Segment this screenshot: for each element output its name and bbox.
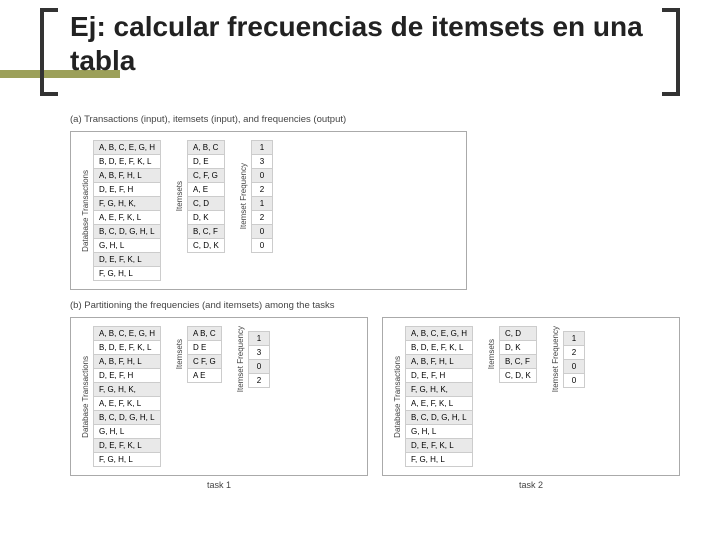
table-cell: 0 [563,373,584,387]
table-cell: D, E, F, K, L [406,439,473,453]
table-cell: D, E, F, K, L [94,253,161,267]
label-freq: Itemset Frequency [236,326,245,392]
table-cell: B, D, E, F, K, L [94,341,161,355]
label-itemsets: Itemsets [175,339,184,369]
left-bracket-icon [40,8,58,96]
transactions-table: A, B, C, E, G, HB, D, E, F, K, LA, B, F,… [93,326,161,467]
panel-a: (a) Transactions (input), itemsets (inpu… [70,114,680,290]
table-cell: 1 [251,197,272,211]
table-cell: C, D [188,197,225,211]
table-cell: F, G, H, K, [94,197,161,211]
table-cell: 3 [248,345,269,359]
table-cell: 2 [251,183,272,197]
itemsets-table: C, DD, KB, C, FC, D, K [499,326,537,383]
table-cell: B, C, D, G, H, L [94,225,161,239]
table-cell: B, C, D, G, H, L [406,411,473,425]
task-2: Database Transactions A, B, C, E, G, HB,… [382,317,680,490]
panel-b: (b) Partitioning the frequencies (and it… [70,300,680,490]
page-title: Ej: calcular frecuencias de itemsets en … [60,10,680,77]
table-cell: F, G, H, K, [94,383,161,397]
table-cell: 0 [563,359,584,373]
task-1-label: task 1 [70,480,368,490]
table-cell: A, B, F, H, L [94,355,161,369]
transactions-table: A, B, C, E, G, HB, D, E, F, K, LA, B, F,… [405,326,473,467]
table-cell: A, B, C, E, G, H [406,327,473,341]
table-cell: 0 [251,169,272,183]
table-cell: A, B, F, H, L [406,355,473,369]
itemsets-table: A, B, CD, EC, F, GA, EC, DD, KB, C, FC, … [187,140,225,253]
table-cell: C, D, K [188,239,225,253]
table-cell: 3 [251,155,272,169]
table-cell: G, H, L [94,425,161,439]
freq-table: 1302 [248,331,270,388]
table-cell: 0 [251,225,272,239]
freq-table: 1200 [563,331,585,388]
table-cell: G, H, L [94,239,161,253]
table-cell: F, G, H, L [94,453,161,467]
caption-b: (b) Partitioning the frequencies (and it… [70,300,680,311]
table-cell: D, E, F, K, L [94,439,161,453]
table-cell: D, K [500,341,537,355]
label-freq: Itemset Frequency [239,163,248,229]
table-cell: A, B, C, E, G, H [94,327,161,341]
table-cell: A, B, C [188,141,225,155]
table-cell: F, G, H, L [94,267,161,281]
table-cell: B, C, F [188,225,225,239]
task-1: Database Transactions A, B, C, E, G, HB,… [70,317,368,490]
table-cell: 2 [563,345,584,359]
itemsets-table: A B, CD EC F, GA E [187,326,222,383]
table-cell: A, B, F, H, L [94,169,161,183]
table-cell: A B, C [188,327,222,341]
table-cell: 1 [251,141,272,155]
table-cell: C, F, G [188,169,225,183]
table-cell: B, D, E, F, K, L [406,341,473,355]
table-cell: A E [188,369,222,383]
label-itemsets: Itemsets [487,339,496,369]
table-cell: F, G, H, K, [406,383,473,397]
table-cell: C F, G [188,355,222,369]
table-cell: D, E [188,155,225,169]
table-cell: B, D, E, F, K, L [94,155,161,169]
table-cell: A, E [188,183,225,197]
table-cell: A, B, C, E, G, H [94,141,161,155]
table-cell: 2 [251,211,272,225]
freq-table: 13021200 [251,140,273,253]
table-cell: A, E, F, K, L [406,397,473,411]
caption-a: (a) Transactions (input), itemsets (inpu… [70,114,680,125]
table-cell: F, G, H, L [406,453,473,467]
label-transactions: Database Transactions [81,170,90,252]
table-cell: 0 [251,239,272,253]
table-cell: B, C, D, G, H, L [94,411,161,425]
table-cell: 0 [248,359,269,373]
table-cell: D, E, F, H [94,369,161,383]
table-cell: G, H, L [406,425,473,439]
task-2-label: task 2 [382,480,680,490]
table-cell: 2 [248,373,269,387]
table-cell: C, D [500,327,537,341]
table-cell: B, C, F [500,355,537,369]
table-cell: D, E, F, H [94,183,161,197]
label-freq: Itemset Frequency [551,326,560,392]
label-transactions: Database Transactions [81,356,90,438]
table-cell: D, E, F, H [406,369,473,383]
table-cell: D, K [188,211,225,225]
table-cell: A, E, F, K, L [94,211,161,225]
transactions-table: A, B, C, E, G, HB, D, E, F, K, LA, B, F,… [93,140,161,281]
table-cell: 1 [248,331,269,345]
table-cell: C, D, K [500,369,537,383]
table-cell: D E [188,341,222,355]
table-cell: 1 [563,331,584,345]
label-itemsets: Itemsets [175,181,184,211]
table-cell: A, E, F, K, L [94,397,161,411]
label-transactions: Database Transactions [393,356,402,438]
